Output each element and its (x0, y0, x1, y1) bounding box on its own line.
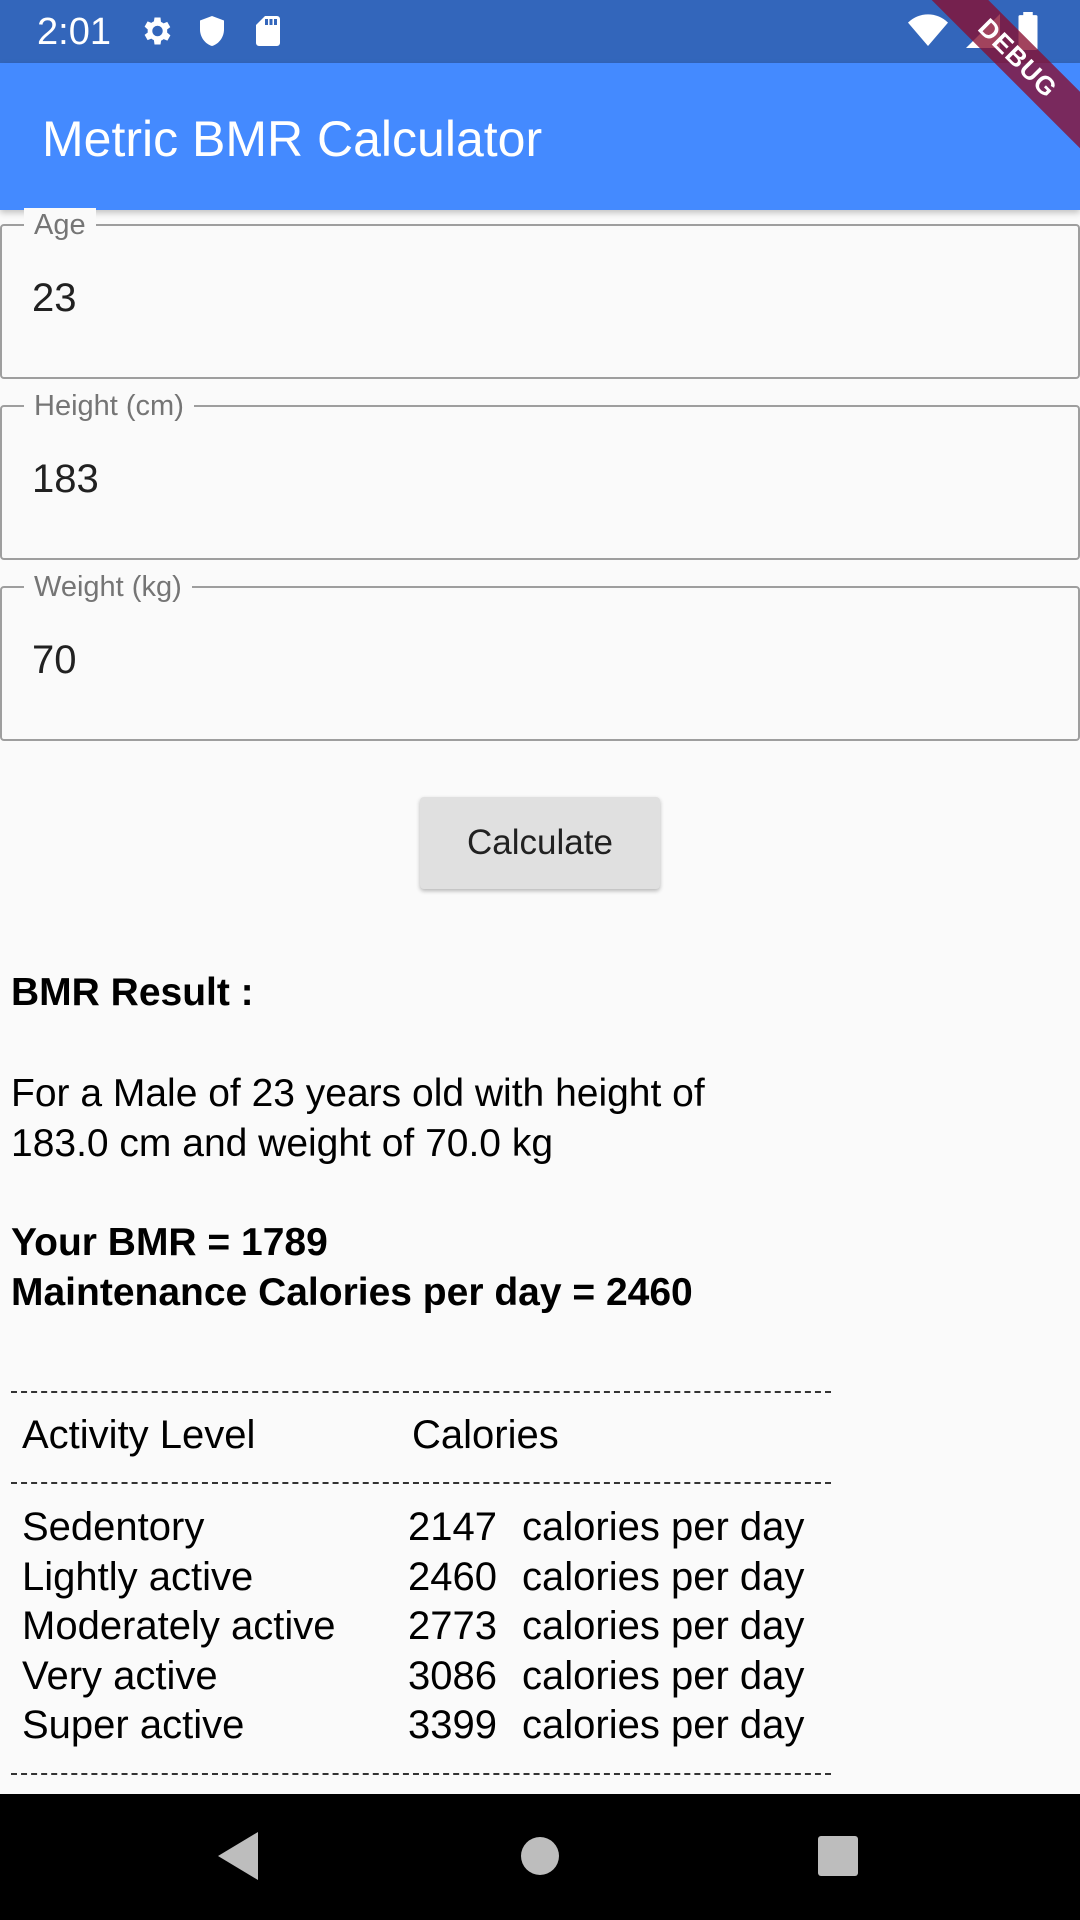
status-bar: 2:01 (0, 0, 1080, 63)
row-unit: calories per day (522, 1703, 805, 1747)
row-activity: Sedentory (22, 1505, 205, 1549)
row-calories: 2147 (408, 1505, 497, 1549)
back-icon[interactable] (218, 1832, 258, 1885)
age-field-label: Age (24, 208, 96, 242)
result-description-line-1: For a Male of 23 years old with height o… (11, 1072, 705, 1115)
bmr-value: Your BMR = 1789 (11, 1221, 328, 1264)
row-activity: Moderately active (22, 1604, 336, 1648)
home-icon[interactable] (520, 1832, 560, 1885)
height-field-value[interactable]: 183 (32, 455, 99, 503)
row-unit: calories per day (522, 1555, 805, 1599)
row-unit: calories per day (522, 1505, 805, 1549)
row-activity: Super active (22, 1703, 245, 1747)
row-calories: 3399 (408, 1703, 497, 1747)
weight-field-label: Weight (kg) (24, 570, 192, 604)
age-field-value[interactable]: 23 (32, 274, 77, 322)
divider (11, 1391, 831, 1393)
sd-card-icon (250, 13, 286, 49)
header-calories: Calories (412, 1413, 559, 1457)
header-activity-level: Activity Level (22, 1413, 256, 1457)
signal-icon (966, 13, 1000, 49)
status-time: 2:01 (37, 11, 111, 53)
weight-field-value[interactable]: 70 (32, 636, 77, 684)
page-title: Metric BMR Calculator (42, 111, 543, 167)
navigation-bar (0, 1794, 1080, 1920)
age-field[interactable]: Age 23 (0, 208, 1080, 379)
row-unit: calories per day (522, 1604, 805, 1648)
result-heading: BMR Result : (11, 971, 254, 1014)
wifi-icon (908, 13, 948, 49)
gear-icon (138, 13, 174, 49)
recents-icon[interactable] (817, 1832, 859, 1885)
maintenance-calories: Maintenance Calories per day = 2460 (11, 1271, 693, 1314)
calculate-button[interactable]: Calculate (420, 797, 660, 889)
row-unit: calories per day (522, 1654, 805, 1698)
result-description-line-2: 183.0 cm and weight of 70.0 kg (11, 1122, 554, 1165)
app-bar: Metric BMR Calculator (0, 63, 1080, 210)
height-field[interactable]: Height (cm) 183 (0, 389, 1080, 560)
battery-icon (1018, 12, 1038, 50)
weight-field[interactable]: Weight (kg) 70 (0, 570, 1080, 741)
height-field-label: Height (cm) (24, 389, 194, 423)
divider (11, 1773, 831, 1775)
row-calories: 2773 (408, 1604, 497, 1648)
row-calories: 3086 (408, 1654, 497, 1698)
row-activity: Lightly active (22, 1555, 254, 1599)
divider (11, 1482, 831, 1484)
row-activity: Very active (22, 1654, 218, 1698)
row-calories: 2460 (408, 1555, 497, 1599)
shield-icon (194, 13, 230, 49)
